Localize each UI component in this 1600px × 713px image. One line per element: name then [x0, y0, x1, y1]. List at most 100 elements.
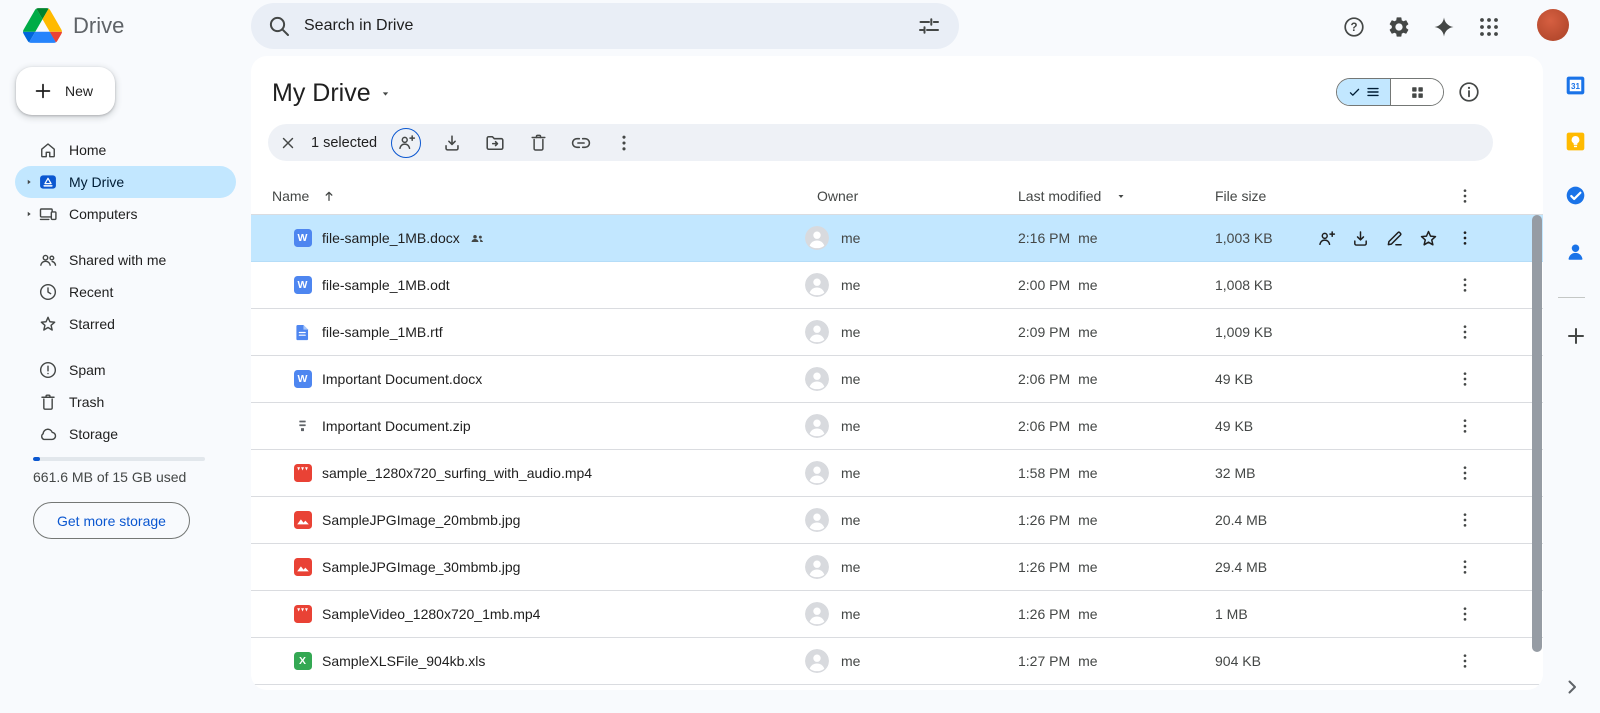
sidebar-item-home[interactable]: Home	[15, 134, 236, 166]
scrollbar[interactable]	[1532, 215, 1542, 652]
column-header-modified[interactable]: Last modified	[1018, 188, 1101, 204]
file-name: file-sample_1MB.docx	[322, 230, 460, 246]
file-type-zip-icon	[293, 417, 312, 436]
trash-icon	[38, 392, 58, 412]
column-header-size[interactable]: File size	[1215, 188, 1310, 204]
share-person-add-icon[interactable]	[391, 127, 421, 158]
modified-time: 2:00 PM	[1018, 277, 1071, 293]
people-icon	[38, 250, 58, 270]
more-options-icon[interactable]	[1453, 226, 1477, 250]
list-view-button[interactable]	[1337, 79, 1391, 105]
more-options-icon[interactable]	[1453, 602, 1477, 626]
main-panel: My Drive 1 selected Name Owner Last modi…	[251, 56, 1543, 690]
more-options-icon[interactable]	[1453, 555, 1477, 579]
search-icon[interactable]	[267, 14, 291, 38]
trash-icon[interactable]	[526, 131, 550, 155]
search-input[interactable]	[304, 17, 904, 35]
file-row[interactable]: Wfile-sample_1MB.odt me 2:00 PM me 1,008 KB	[251, 262, 1543, 309]
computers-icon	[38, 204, 58, 224]
sidebar-item-spam[interactable]: Spam	[15, 354, 236, 386]
more-options-icon[interactable]	[1453, 184, 1477, 208]
filter-options-icon[interactable]	[917, 14, 941, 38]
settings-icon[interactable]	[1387, 15, 1411, 39]
more-options-icon[interactable]	[1453, 414, 1477, 438]
file-type-docx-icon: W	[293, 229, 312, 248]
download-icon[interactable]	[440, 131, 464, 155]
file-row[interactable]: file-sample_1MB.rtf me 2:09 PM me 1,009 KB	[251, 309, 1543, 356]
sidebar-item-shared-with-me[interactable]: Shared with me	[15, 244, 236, 276]
more-options-icon[interactable]	[1453, 320, 1477, 344]
drive-brand[interactable]: Drive	[23, 8, 124, 43]
clear-selection-icon[interactable]	[279, 134, 297, 152]
add-app-plus-icon[interactable]	[1564, 324, 1588, 348]
sidebar-nav: Home My Drive Computers Shared with me Recen…	[0, 134, 251, 450]
file-row[interactable]: SampleVideo_1280x720_1mb.mp4 me 1:26 PM me 1…	[251, 591, 1543, 638]
more-options-icon[interactable]	[612, 131, 636, 155]
file-row[interactable]: SampleJPGImage_30mbmb.jpg me 1:26 PM me 29.4…	[251, 544, 1543, 591]
more-options-icon[interactable]	[1453, 508, 1477, 532]
get-more-storage-button[interactable]: Get more storage	[33, 502, 190, 539]
caret-placeholder	[22, 285, 36, 299]
owner-name: me	[841, 418, 861, 434]
sidebar-item-my-drive[interactable]: My Drive	[15, 166, 236, 198]
caret-placeholder	[22, 253, 36, 267]
sidebar-item-label: Spam	[69, 362, 106, 378]
file-type-rtf-icon	[293, 323, 312, 342]
keep-icon[interactable]	[1564, 130, 1588, 154]
owner-name: me	[841, 653, 861, 669]
sidebar-item-label: Recent	[69, 284, 114, 300]
file-row[interactable]: sample_1280x720_surfing_with_audio.mp4 me…	[251, 450, 1543, 497]
tasks-icon[interactable]	[1564, 184, 1588, 208]
modified-time: 2:06 PM	[1018, 371, 1071, 387]
column-header-owner[interactable]: Owner	[805, 188, 1018, 204]
new-button-label: New	[65, 83, 94, 99]
details-info-icon[interactable]	[1457, 80, 1481, 104]
owner-avatar	[805, 320, 829, 344]
file-size: 49 KB	[1215, 418, 1254, 434]
modified-by: me	[1078, 324, 1098, 340]
sidebar-item-starred[interactable]: Starred	[15, 308, 236, 340]
owner-avatar	[805, 273, 829, 297]
caret-right-icon[interactable]	[22, 207, 36, 221]
download-icon[interactable]	[1348, 226, 1372, 250]
caret-right-icon[interactable]	[22, 175, 36, 189]
modified-by: me	[1078, 606, 1098, 622]
account-avatar[interactable]	[1537, 9, 1569, 41]
file-size: 904 KB	[1215, 653, 1261, 669]
gemini-icon[interactable]	[1432, 15, 1456, 39]
star-icon[interactable]	[1416, 226, 1440, 250]
more-options-icon[interactable]	[1453, 273, 1477, 297]
file-name: SampleXLSFile_904kb.xls	[322, 653, 486, 669]
sidebar-item-trash[interactable]: Trash	[15, 386, 236, 418]
more-options-icon[interactable]	[1453, 461, 1477, 485]
get-link-icon[interactable]	[569, 131, 593, 155]
file-row[interactable]: Wfile-sample_1MB.docx me 2:16 PM me 1,003 KB	[251, 215, 1543, 262]
plus-icon	[32, 80, 54, 102]
more-options-icon[interactable]	[1453, 649, 1477, 673]
chevron-right-icon[interactable]	[1560, 675, 1584, 699]
contacts-icon[interactable]	[1564, 240, 1588, 264]
sidebar-item-recent[interactable]: Recent	[15, 276, 236, 308]
column-header-name[interactable]: Name	[272, 188, 309, 204]
page-title-dropdown[interactable]: My Drive	[272, 76, 392, 110]
new-button[interactable]: New	[16, 67, 115, 115]
file-row[interactable]: W Important Document.docx me 2:06 PM me 49 KB	[251, 356, 1543, 403]
grid-view-button[interactable]	[1391, 79, 1443, 105]
caret-placeholder	[22, 427, 36, 441]
rename-pencil-icon[interactable]	[1382, 226, 1406, 250]
help-icon[interactable]: ?	[1342, 15, 1366, 39]
calendar-icon[interactable]: 31	[1564, 74, 1588, 98]
file-row[interactable]: X SampleXLSFile_904kb.xls me 1:27 PM me 904 K…	[251, 638, 1543, 685]
sort-arrow-up-icon[interactable]	[321, 188, 337, 204]
sidebar-item-computers[interactable]: Computers	[15, 198, 236, 230]
caret-down-icon	[1115, 190, 1127, 202]
file-row[interactable]: Important Document.zip me 2:06 PM me 49 KB	[251, 403, 1543, 450]
file-row[interactable]: SampleJPGImage_20mbmb.jpg me 1:26 PM me 20.4…	[251, 497, 1543, 544]
move-to-folder-icon[interactable]	[483, 131, 507, 155]
sidebar-item-storage[interactable]: Storage	[15, 418, 236, 450]
share-person-add-icon[interactable]	[1314, 226, 1338, 250]
search-bar[interactable]	[251, 3, 959, 49]
more-options-icon[interactable]	[1453, 367, 1477, 391]
apps-grid-icon[interactable]	[1477, 15, 1501, 39]
toolbar-actions	[391, 124, 636, 161]
